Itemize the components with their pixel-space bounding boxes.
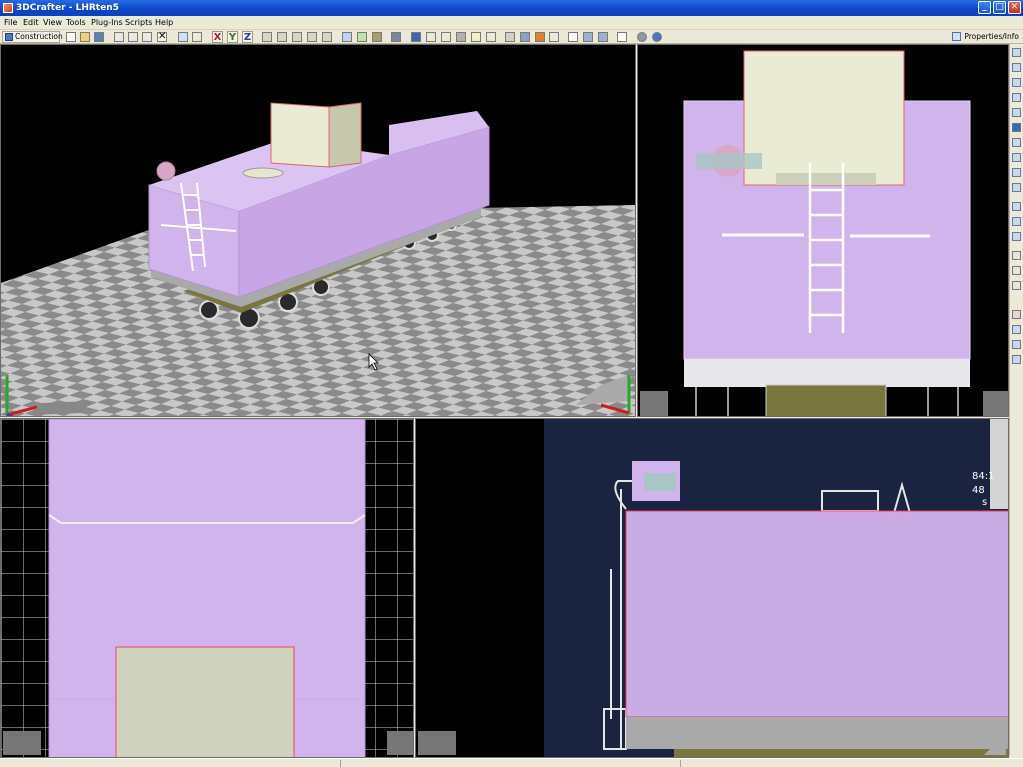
single-view-icon[interactable]	[568, 32, 578, 42]
cut-icon[interactable]	[114, 32, 124, 42]
camera-icon[interactable]	[456, 32, 466, 42]
select-region-icon[interactable]	[1012, 63, 1021, 72]
save-icon[interactable]	[94, 32, 104, 42]
orbit-icon[interactable]	[307, 32, 317, 42]
side-viewport[interactable]	[0, 418, 414, 758]
undo-icon[interactable]	[178, 32, 188, 42]
pivot-icon[interactable]	[1012, 266, 1021, 275]
help-icon[interactable]	[637, 32, 647, 42]
menu-view[interactable]: View	[43, 18, 62, 28]
perspective-viewport[interactable]	[0, 44, 636, 417]
move-icon[interactable]	[1012, 78, 1021, 87]
menu-scripts[interactable]: Scripts	[125, 18, 152, 28]
material-icon[interactable]	[520, 32, 530, 42]
open-icon[interactable]	[80, 32, 90, 42]
zoom-icon[interactable]	[262, 32, 272, 42]
scale-icon[interactable]	[1012, 108, 1021, 117]
bevel-icon[interactable]	[1012, 168, 1021, 177]
properties-icon	[952, 32, 962, 41]
select-icon[interactable]	[1012, 48, 1021, 57]
blueprint-scale-label: 84:1	[972, 471, 994, 482]
cube-primitive-icon[interactable]	[411, 32, 421, 42]
deform-icon[interactable]	[1012, 232, 1021, 241]
copy-icon[interactable]	[128, 32, 138, 42]
right-tool-palette	[1009, 44, 1023, 756]
lights-icon[interactable]	[372, 32, 382, 42]
light-bulb-icon[interactable]	[471, 32, 481, 42]
construction-mode-label: Construction	[15, 32, 63, 41]
new-icon[interactable]	[66, 32, 76, 42]
path-icon[interactable]	[441, 32, 451, 42]
render-icon[interactable]	[391, 32, 401, 42]
close-button[interactable]: ✕	[1008, 1, 1021, 14]
svg-text:48: 48	[972, 485, 985, 496]
delete-icon[interactable]: ✕	[157, 32, 167, 42]
sphere-primitive-icon[interactable]	[549, 32, 559, 42]
water-box-front	[270, 102, 330, 168]
web-icon[interactable]	[652, 32, 662, 42]
view-layout-icon[interactable]	[322, 32, 332, 42]
rotate-icon[interactable]	[1012, 93, 1021, 102]
hatch	[242, 167, 284, 179]
quad-view-icon[interactable]	[583, 32, 593, 42]
window-icon[interactable]	[598, 32, 608, 42]
eyedropper-icon[interactable]	[1012, 138, 1021, 147]
menu-edit[interactable]: Edit	[23, 18, 39, 28]
grid-icon[interactable]	[342, 32, 352, 42]
properties-info-label: Properties/Info	[964, 32, 1019, 41]
status-bar	[0, 758, 1023, 767]
tender-side-overlay	[625, 510, 1008, 718]
construction-icon	[5, 33, 13, 41]
axis-y-toggle[interactable]: Y	[227, 31, 238, 43]
window-title: 3DCrafter - LHRten5	[16, 3, 119, 13]
maximize-button[interactable]: □	[993, 1, 1006, 14]
paint-icon[interactable]	[1012, 123, 1021, 132]
cone-primitive-icon[interactable]	[426, 32, 436, 42]
pan-icon[interactable]	[292, 32, 302, 42]
redo-icon[interactable]	[192, 32, 202, 42]
weld-icon[interactable]	[1012, 183, 1021, 192]
animate-icon[interactable]	[505, 32, 515, 42]
status-divider	[340, 760, 341, 767]
water-box-side-view	[115, 646, 295, 757]
extrude-icon[interactable]	[1012, 153, 1021, 162]
boolean-icon[interactable]	[1012, 217, 1021, 226]
texture-icon[interactable]	[535, 32, 545, 42]
menu-bar: File Edit View Tools Plug-Ins Scripts He…	[0, 16, 1023, 30]
reference-viewport[interactable]: 84:1 48 s	[415, 418, 1009, 758]
mirror-icon[interactable]	[1012, 340, 1021, 349]
morph-icon[interactable]	[1012, 251, 1021, 260]
title-bar[interactable]: 3DCrafter - LHRten5 _ □ ✕	[0, 0, 1023, 16]
spline-icon[interactable]	[486, 32, 496, 42]
svg-text:s: s	[982, 497, 987, 508]
paste-icon[interactable]	[142, 32, 152, 42]
water-box-front-view	[743, 50, 905, 186]
status-divider	[680, 760, 681, 767]
align-icon[interactable]	[1012, 325, 1021, 334]
ungroup-icon[interactable]	[1012, 310, 1021, 319]
menu-help[interactable]: Help	[155, 18, 173, 28]
properties-info-button[interactable]: Properties/Info	[952, 31, 1019, 43]
snap-icon[interactable]	[357, 32, 367, 42]
menu-tools[interactable]: Tools	[66, 18, 86, 28]
dome	[156, 161, 176, 181]
group-icon[interactable]	[1012, 281, 1021, 290]
front-viewport[interactable]	[637, 44, 1009, 417]
view-toggle-icon[interactable]	[617, 32, 627, 42]
app-icon[interactable]	[3, 3, 13, 13]
water-box-side	[328, 102, 362, 168]
lathe-icon[interactable]	[1012, 202, 1021, 211]
zoom-extents-icon[interactable]	[277, 32, 287, 42]
frame-front	[765, 384, 887, 416]
axis-z-toggle[interactable]: Z	[242, 31, 253, 43]
construction-mode-button[interactable]: Construction	[2, 31, 63, 43]
main-toolbar: Construction ✕ X Y Z Properties/Info	[0, 30, 1023, 44]
3dcrafter-window: 3DCrafter - LHRten5 _ □ ✕ File Edit View…	[0, 0, 1023, 767]
array-icon[interactable]	[1012, 355, 1021, 364]
menu-file[interactable]: File	[4, 18, 17, 28]
axis-x-toggle[interactable]: X	[212, 31, 223, 43]
menu-plug-ins[interactable]: Plug-Ins	[91, 18, 123, 28]
minimize-button[interactable]: _	[978, 1, 991, 14]
